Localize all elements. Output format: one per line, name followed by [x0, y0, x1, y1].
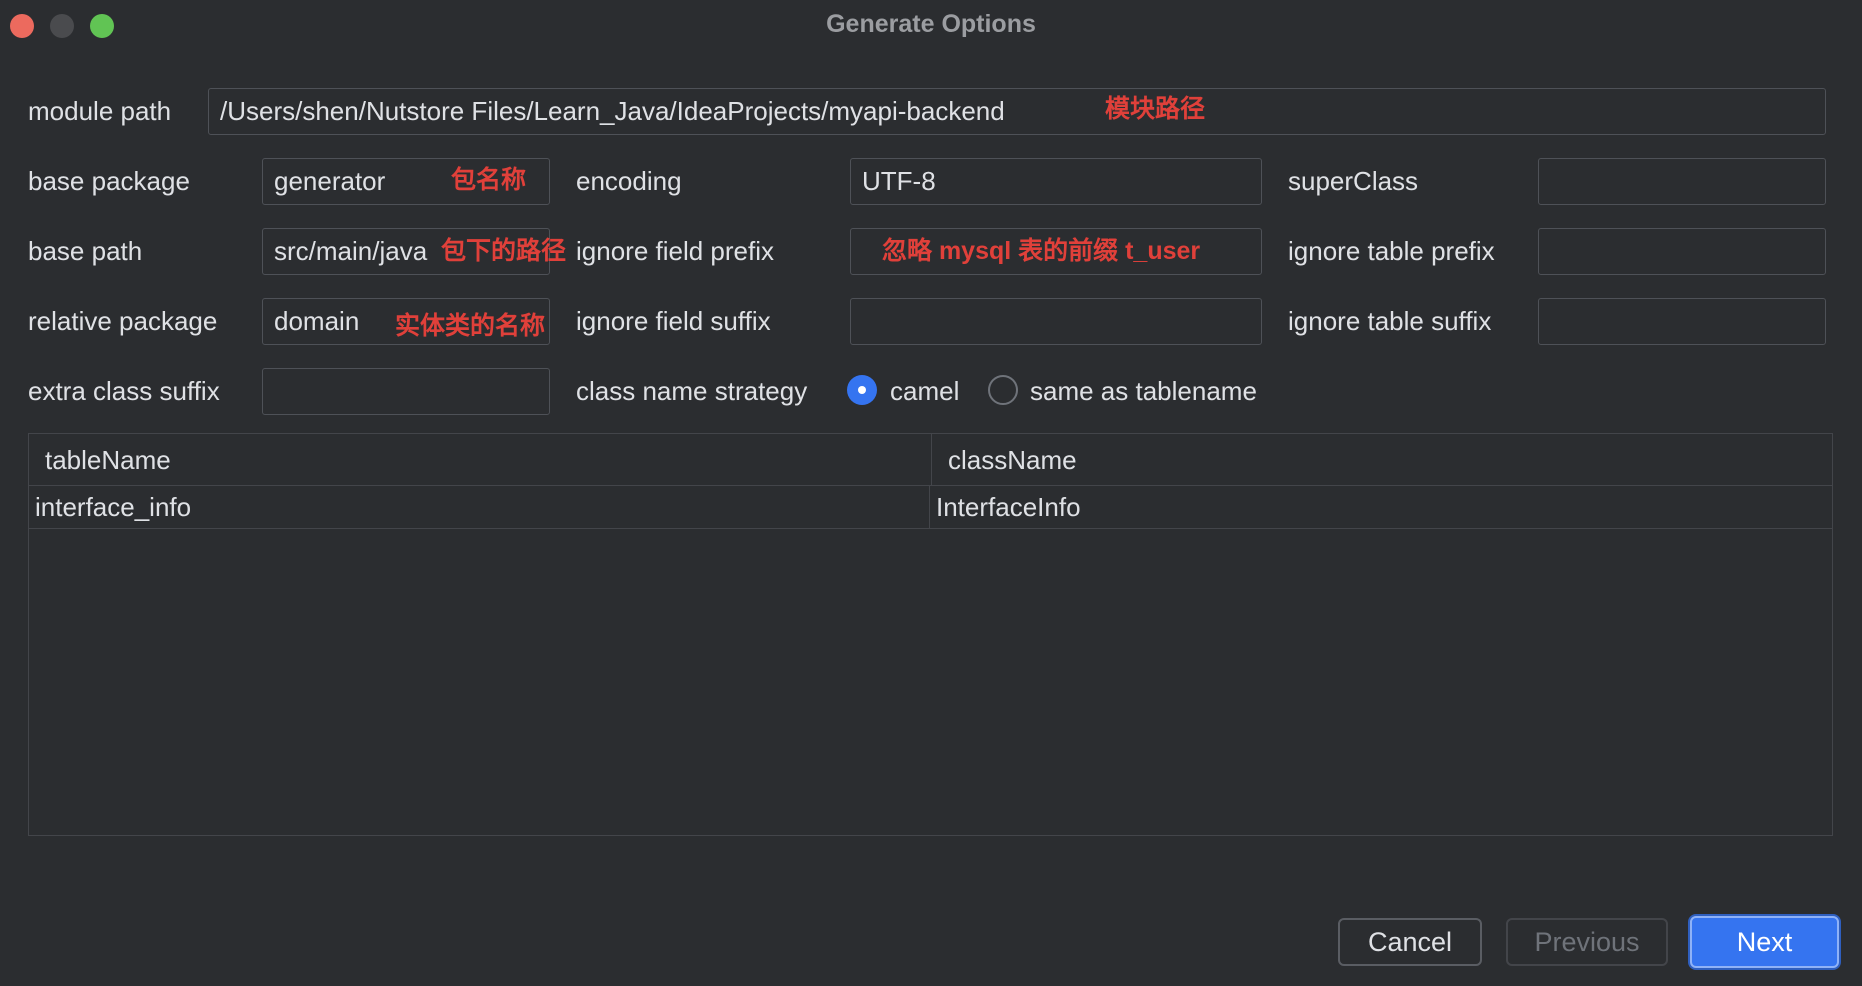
column-header-tablename[interactable]: tableName: [29, 434, 931, 485]
window-title: Generate Options: [826, 10, 1036, 38]
base-path-annotation: 包下的路径: [441, 237, 567, 265]
table-cell-tablename[interactable]: interface_info: [29, 486, 929, 528]
super-class-input[interactable]: [1538, 158, 1826, 205]
relative-package-label: relative package: [28, 306, 218, 336]
ignore-table-prefix-input[interactable]: [1538, 228, 1826, 275]
ignore-field-prefix-annotation: 忽略 mysql 表的前缀 t_user: [882, 237, 1201, 265]
table-mapping-grid[interactable]: tableName className interface_info Inter…: [28, 433, 1833, 836]
ignore-table-suffix-label: ignore table suffix: [1288, 306, 1492, 336]
same-as-tablename-radio[interactable]: [988, 375, 1018, 405]
base-path-label: base path: [28, 236, 143, 266]
ignore-field-suffix-label: ignore field suffix: [576, 306, 771, 336]
camel-radio[interactable]: [847, 375, 877, 405]
encoding-value: UTF-8: [862, 166, 936, 196]
camel-radio-label[interactable]: camel: [890, 376, 959, 406]
previous-button[interactable]: Previous: [1506, 918, 1668, 966]
relative-package-value: domain: [274, 306, 360, 336]
ignore-table-suffix-input[interactable]: [1538, 298, 1826, 345]
title-bar: Generate Options: [0, 0, 1862, 52]
column-header-classname[interactable]: className: [931, 434, 1831, 485]
ignore-field-prefix-label: ignore field prefix: [576, 236, 774, 266]
cancel-button[interactable]: Cancel: [1338, 918, 1482, 966]
base-package-label: base package: [28, 166, 190, 196]
class-name-strategy-label: class name strategy: [576, 376, 808, 406]
module-path-input[interactable]: /Users/shen/Nutstore Files/Learn_Java/Id…: [208, 88, 1826, 135]
module-path-value: /Users/shen/Nutstore Files/Learn_Java/Id…: [220, 96, 1005, 126]
table-row[interactable]: interface_info InterfaceInfo: [29, 486, 1832, 529]
extra-class-suffix-input[interactable]: [262, 368, 550, 415]
ignore-field-suffix-input[interactable]: [850, 298, 1262, 345]
base-package-annotation: 包名称: [451, 166, 527, 194]
module-path-label: module path: [28, 96, 172, 126]
same-as-tablename-radio-label[interactable]: same as tablename: [1030, 376, 1257, 406]
table-header: tableName className: [29, 434, 1832, 486]
table-cell-classname[interactable]: InterfaceInfo: [929, 486, 1831, 528]
encoding-label: encoding: [576, 166, 682, 196]
ignore-table-prefix-label: ignore table prefix: [1288, 236, 1495, 266]
module-path-annotation: 模块路径: [1105, 95, 1206, 123]
relative-package-annotation: 实体类的名称: [395, 312, 546, 340]
extra-class-suffix-label: extra class suffix: [28, 376, 220, 406]
next-button[interactable]: Next: [1690, 916, 1839, 968]
base-path-value: src/main/java: [274, 236, 428, 266]
base-package-value: generator: [274, 166, 386, 196]
encoding-input[interactable]: UTF-8: [850, 158, 1262, 205]
super-class-label: superClass: [1288, 166, 1419, 196]
